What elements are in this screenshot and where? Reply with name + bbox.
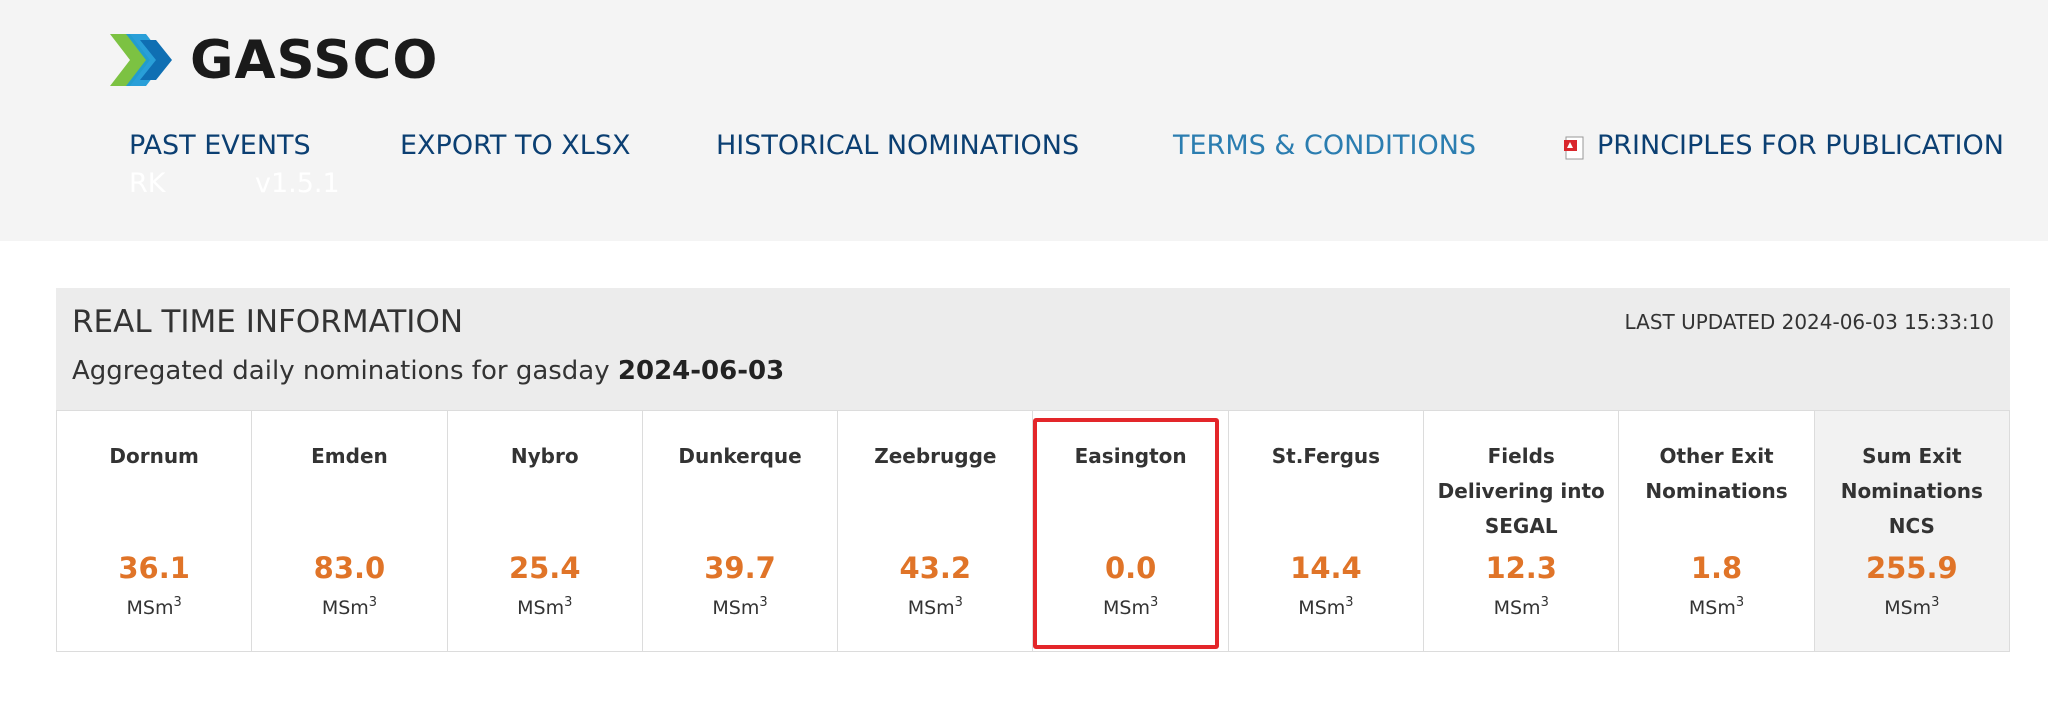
subtitle-prefix: Aggregated daily nominations for gasday — [72, 356, 610, 386]
panel-header: REAL TIME INFORMATION Aggregated daily n… — [56, 288, 2010, 410]
cell-unit: MSm3 — [1884, 595, 1940, 619]
cell-name: Sum Exit Nominations NCS — [1840, 444, 1983, 538]
cell-value: 1.8 — [1690, 551, 1743, 585]
panel-subtitle: Aggregated daily nominations for gasday … — [72, 356, 784, 386]
cell-name: Fields Delivering into SEGAL — [1437, 444, 1605, 538]
nav-historical-nominations[interactable]: HISTORICAL NOMINATIONS — [716, 130, 1079, 161]
cell-unit: MSm3 — [712, 595, 768, 619]
cell-unit: MSm3 — [321, 595, 378, 619]
cell-value: 83.0 — [313, 551, 386, 585]
cell-unit: MSm3 — [1688, 595, 1745, 619]
site-header: GASSCO PAST EVENTS EXPORT TO XLSX HISTOR… — [0, 0, 2048, 241]
logo-text: GASSCO — [190, 29, 439, 91]
cell-value: 43.2 — [899, 551, 972, 585]
cell-value: 39.7 — [704, 551, 776, 585]
gassco-logo[interactable]: GASSCO — [110, 28, 438, 92]
nominations-grid: Dornum 36.1 MSm3 Emden 83.0 MSm3 Nybro 2… — [56, 410, 2010, 652]
nomination-cell-easington: Easington 0.0 MSm3 — [1033, 411, 1229, 651]
cell-name: Easington — [1074, 444, 1187, 468]
cell-unit: MSm3 — [1298, 595, 1354, 619]
cell-unit: MSm3 — [907, 595, 963, 619]
gasday-date: 2024-06-03 — [617, 356, 785, 386]
cell-value: 14.4 — [1290, 551, 1362, 585]
cell-name: Dornum — [109, 444, 199, 468]
pdf-icon — [1564, 136, 1584, 160]
ghost-text: RK — [129, 168, 166, 199]
nomination-cell-emden: Emden 83.0 MSm3 — [252, 411, 448, 651]
real-time-panel: REAL TIME INFORMATION Aggregated daily n… — [56, 288, 2010, 652]
cell-unit: MSm3 — [1103, 595, 1159, 619]
nomination-cell-dunkerque: Dunkerque 39.7 MSm3 — [643, 411, 839, 651]
nomination-cell-st-fergus: St.Fergus 14.4 MSm3 — [1229, 411, 1425, 651]
version-text: v1.5.1 — [255, 168, 340, 199]
cell-value: 25.4 — [508, 551, 581, 585]
cell-name: Dunkerque — [678, 444, 802, 468]
panel-title: REAL TIME INFORMATION — [72, 304, 464, 340]
nav-principles-publication[interactable]: PRINCIPLES FOR PUBLICATION — [1597, 130, 2004, 161]
nomination-cell-other-exit: Other Exit Nominations 1.8 MSm3 — [1619, 411, 1815, 651]
cell-value: 0.0 — [1104, 551, 1157, 585]
logo-chevrons-icon — [110, 34, 172, 86]
cell-name: St.Fergus — [1271, 444, 1381, 468]
nav-terms-conditions[interactable]: TERMS & CONDITIONS — [1173, 130, 1476, 161]
cell-value: 12.3 — [1485, 551, 1557, 585]
cell-name: Zeebrugge — [874, 444, 997, 468]
cell-name: Nybro — [510, 444, 579, 468]
nomination-cell-dornum: Dornum 36.1 MSm3 — [57, 411, 253, 651]
cell-name: Emden — [311, 444, 388, 468]
nav-past-events[interactable]: PAST EVENTS — [129, 130, 311, 161]
nomination-cell-nybro: Nybro 25.4 MSm3 — [448, 411, 643, 651]
cell-unit: MSm3 — [126, 595, 182, 619]
cell-unit: MSm3 — [1493, 595, 1549, 619]
cell-unit: MSm3 — [517, 595, 573, 619]
nav-export-xlsx[interactable]: EXPORT TO XLSX — [400, 130, 630, 161]
cell-value: 255.9 — [1865, 551, 1958, 585]
cell-value: 36.1 — [118, 551, 190, 585]
nomination-cell-zeebrugge: Zeebrugge 43.2 MSm3 — [838, 411, 1034, 651]
last-updated: LAST UPDATED 2024-06-03 15:33:10 — [1624, 310, 1994, 334]
nomination-cell-sum-exit: Sum Exit Nominations NCS 255.9 MSm3 — [1814, 411, 2009, 651]
nomination-cell-fields-segal: Fields Delivering into SEGAL 12.3 MSm3 — [1424, 411, 1620, 651]
cell-name: Other Exit Nominations — [1645, 444, 1788, 503]
